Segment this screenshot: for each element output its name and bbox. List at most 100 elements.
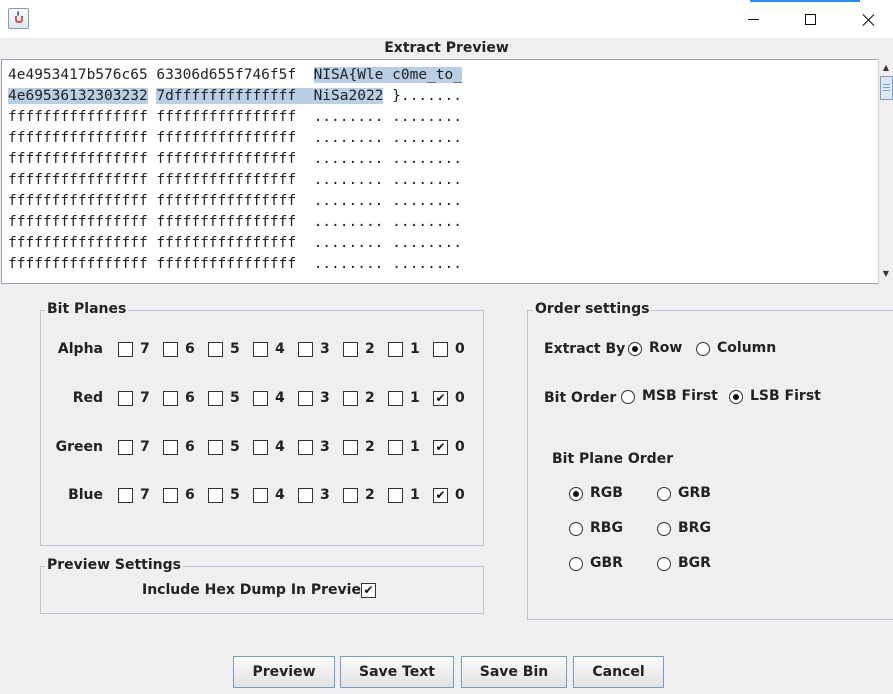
alpha-bit-7-checkbox[interactable] [118, 342, 133, 357]
plane-order-gbr-radio[interactable] [569, 557, 583, 571]
blue-bit-6-checkbox[interactable] [163, 488, 178, 503]
green-bit-1-checkbox[interactable] [388, 440, 403, 455]
blue-bit-3-checkbox[interactable] [298, 488, 313, 503]
hex-col-1: ffffffffffffffff [8, 130, 148, 146]
green-bit-7-checkbox[interactable] [118, 440, 133, 455]
green-bit-5-checkbox[interactable] [208, 440, 223, 455]
extract-preview-text[interactable]: 4e4953417b576c65 63306d655f746f5f NISA{W… [1, 59, 892, 284]
hex-col-2: ffffffffffffffff [156, 214, 297, 230]
ascii-col-2: ........ [392, 109, 462, 125]
plane-order-rbg-radio[interactable] [569, 522, 583, 536]
hex-col-1: ffffffffffffffff [8, 193, 148, 209]
bitplane-row-label-blue: Blue [68, 487, 103, 503]
bit-number-label: 2 [365, 487, 375, 503]
ascii-col-2: ........ [392, 130, 462, 146]
preview-settings-title: Preview Settings [45, 557, 183, 573]
blue-bit-1-checkbox[interactable] [388, 488, 403, 503]
hex-col-1: ffffffffffffffff [8, 256, 148, 272]
alpha-bit-6-checkbox[interactable] [163, 342, 178, 357]
extract-by-row-label: Row [649, 340, 683, 356]
plane-order-brg-radio[interactable] [657, 522, 671, 536]
bit-number-label: 4 [275, 487, 285, 503]
bit-number-label: 7 [140, 487, 150, 503]
red-bit-6-checkbox[interactable] [163, 391, 178, 406]
green-bit-2-checkbox[interactable] [343, 440, 358, 455]
close-button[interactable] [845, 0, 891, 38]
order-settings-title: Order settings [533, 301, 652, 317]
blue-bit-2-checkbox[interactable] [343, 488, 358, 503]
blue-bit-4-checkbox[interactable] [253, 488, 268, 503]
ascii-col-1: ........ [313, 172, 384, 188]
ascii-col-2: ........ [392, 235, 462, 251]
alpha-bit-1-checkbox[interactable] [388, 342, 403, 357]
alpha-bit-4-checkbox[interactable] [253, 342, 268, 357]
red-bit-7-checkbox[interactable] [118, 391, 133, 406]
hex-col-1: ffffffffffffffff [8, 172, 148, 188]
minimize-button[interactable] [730, 0, 776, 38]
hex-col-2: ffffffffffffffff [156, 193, 297, 209]
blue-bit-0-checkbox[interactable]: ✔ [433, 488, 448, 503]
alpha-bit-3-checkbox[interactable] [298, 342, 313, 357]
plane-order-rgb-radio[interactable] [569, 487, 583, 501]
plane-order-bgr-radio[interactable] [657, 557, 671, 571]
extract-by-row-radio[interactable] [628, 342, 642, 356]
ascii-col-1: NISA{Wle [313, 67, 384, 83]
bit-order-lsb-first-radio[interactable] [729, 390, 743, 404]
maximize-icon [804, 13, 816, 25]
plane-order-gbr-label: GBR [590, 555, 623, 571]
ascii-col-1: ........ [313, 109, 384, 125]
hex-col-1: ffffffffffffffff [8, 151, 148, 167]
bitplane-row-label-green: Green [55, 439, 103, 455]
bit-number-label: 4 [275, 439, 285, 455]
title-bar [0, 0, 893, 38]
red-bit-5-checkbox[interactable] [208, 391, 223, 406]
hex-line: 4e4953417b576c65 63306d655f746f5f NISA{W… [8, 65, 462, 85]
alpha-bit-0-checkbox[interactable] [433, 342, 448, 357]
green-bit-3-checkbox[interactable] [298, 440, 313, 455]
plane-order-grb-radio[interactable] [657, 487, 671, 501]
green-bit-4-checkbox[interactable] [253, 440, 268, 455]
include-hex-checkbox[interactable]: ✔ [361, 583, 376, 598]
preview-scrollbar[interactable]: ▲ ▼ [878, 59, 893, 284]
ascii-col-1: ........ [313, 235, 384, 251]
red-bit-3-checkbox[interactable] [298, 391, 313, 406]
red-bit-2-checkbox[interactable] [343, 391, 358, 406]
scroll-thumb[interactable] [880, 76, 893, 100]
scroll-up-icon[interactable]: ▲ [881, 62, 891, 72]
red-bit-4-checkbox[interactable] [253, 391, 268, 406]
ascii-col-2: ........ [392, 151, 462, 167]
bit-number-label: 5 [230, 390, 240, 406]
bit-number-label: 0 [455, 341, 465, 357]
green-bit-6-checkbox[interactable] [163, 440, 178, 455]
plane-order-brg-label: BRG [678, 520, 711, 536]
bit-number-label: 2 [365, 439, 375, 455]
bitplane-row-label-red: Red [72, 390, 103, 406]
extract-by-column-radio[interactable] [696, 342, 710, 356]
bit-number-label: 0 [455, 439, 465, 455]
save-text-button[interactable]: Save Text [340, 656, 454, 688]
bit-number-label: 3 [320, 341, 330, 357]
plane-order-grb-label: GRB [678, 485, 711, 501]
blue-bit-7-checkbox[interactable] [118, 488, 133, 503]
preview-button[interactable]: Preview [233, 656, 335, 688]
alpha-bit-5-checkbox[interactable] [208, 342, 223, 357]
hex-line: ffffffffffffffff ffffffffffffffff ......… [8, 170, 462, 190]
preview-title: Extract Preview [384, 40, 509, 56]
bit-number-label: 7 [140, 390, 150, 406]
bit-number-label: 0 [455, 487, 465, 503]
ascii-col-1: ........ [313, 193, 384, 209]
red-bit-0-checkbox[interactable]: ✔ [433, 391, 448, 406]
blue-bit-5-checkbox[interactable] [208, 488, 223, 503]
bit-planes-title: Bit Planes [45, 301, 129, 317]
alpha-bit-2-checkbox[interactable] [343, 342, 358, 357]
save-bin-button[interactable]: Save Bin [461, 656, 567, 688]
bit-order-msb-first-label: MSB First [642, 388, 718, 404]
hex-line: ffffffffffffffff ffffffffffffffff ......… [8, 233, 462, 253]
green-bit-0-checkbox[interactable]: ✔ [433, 440, 448, 455]
red-bit-1-checkbox[interactable] [388, 391, 403, 406]
ascii-col-2: ........ [392, 214, 462, 230]
scroll-down-icon[interactable]: ▼ [881, 268, 891, 278]
bit-order-msb-first-radio[interactable] [621, 390, 635, 404]
maximize-button[interactable] [787, 0, 833, 38]
cancel-button[interactable]: Cancel [573, 656, 664, 688]
